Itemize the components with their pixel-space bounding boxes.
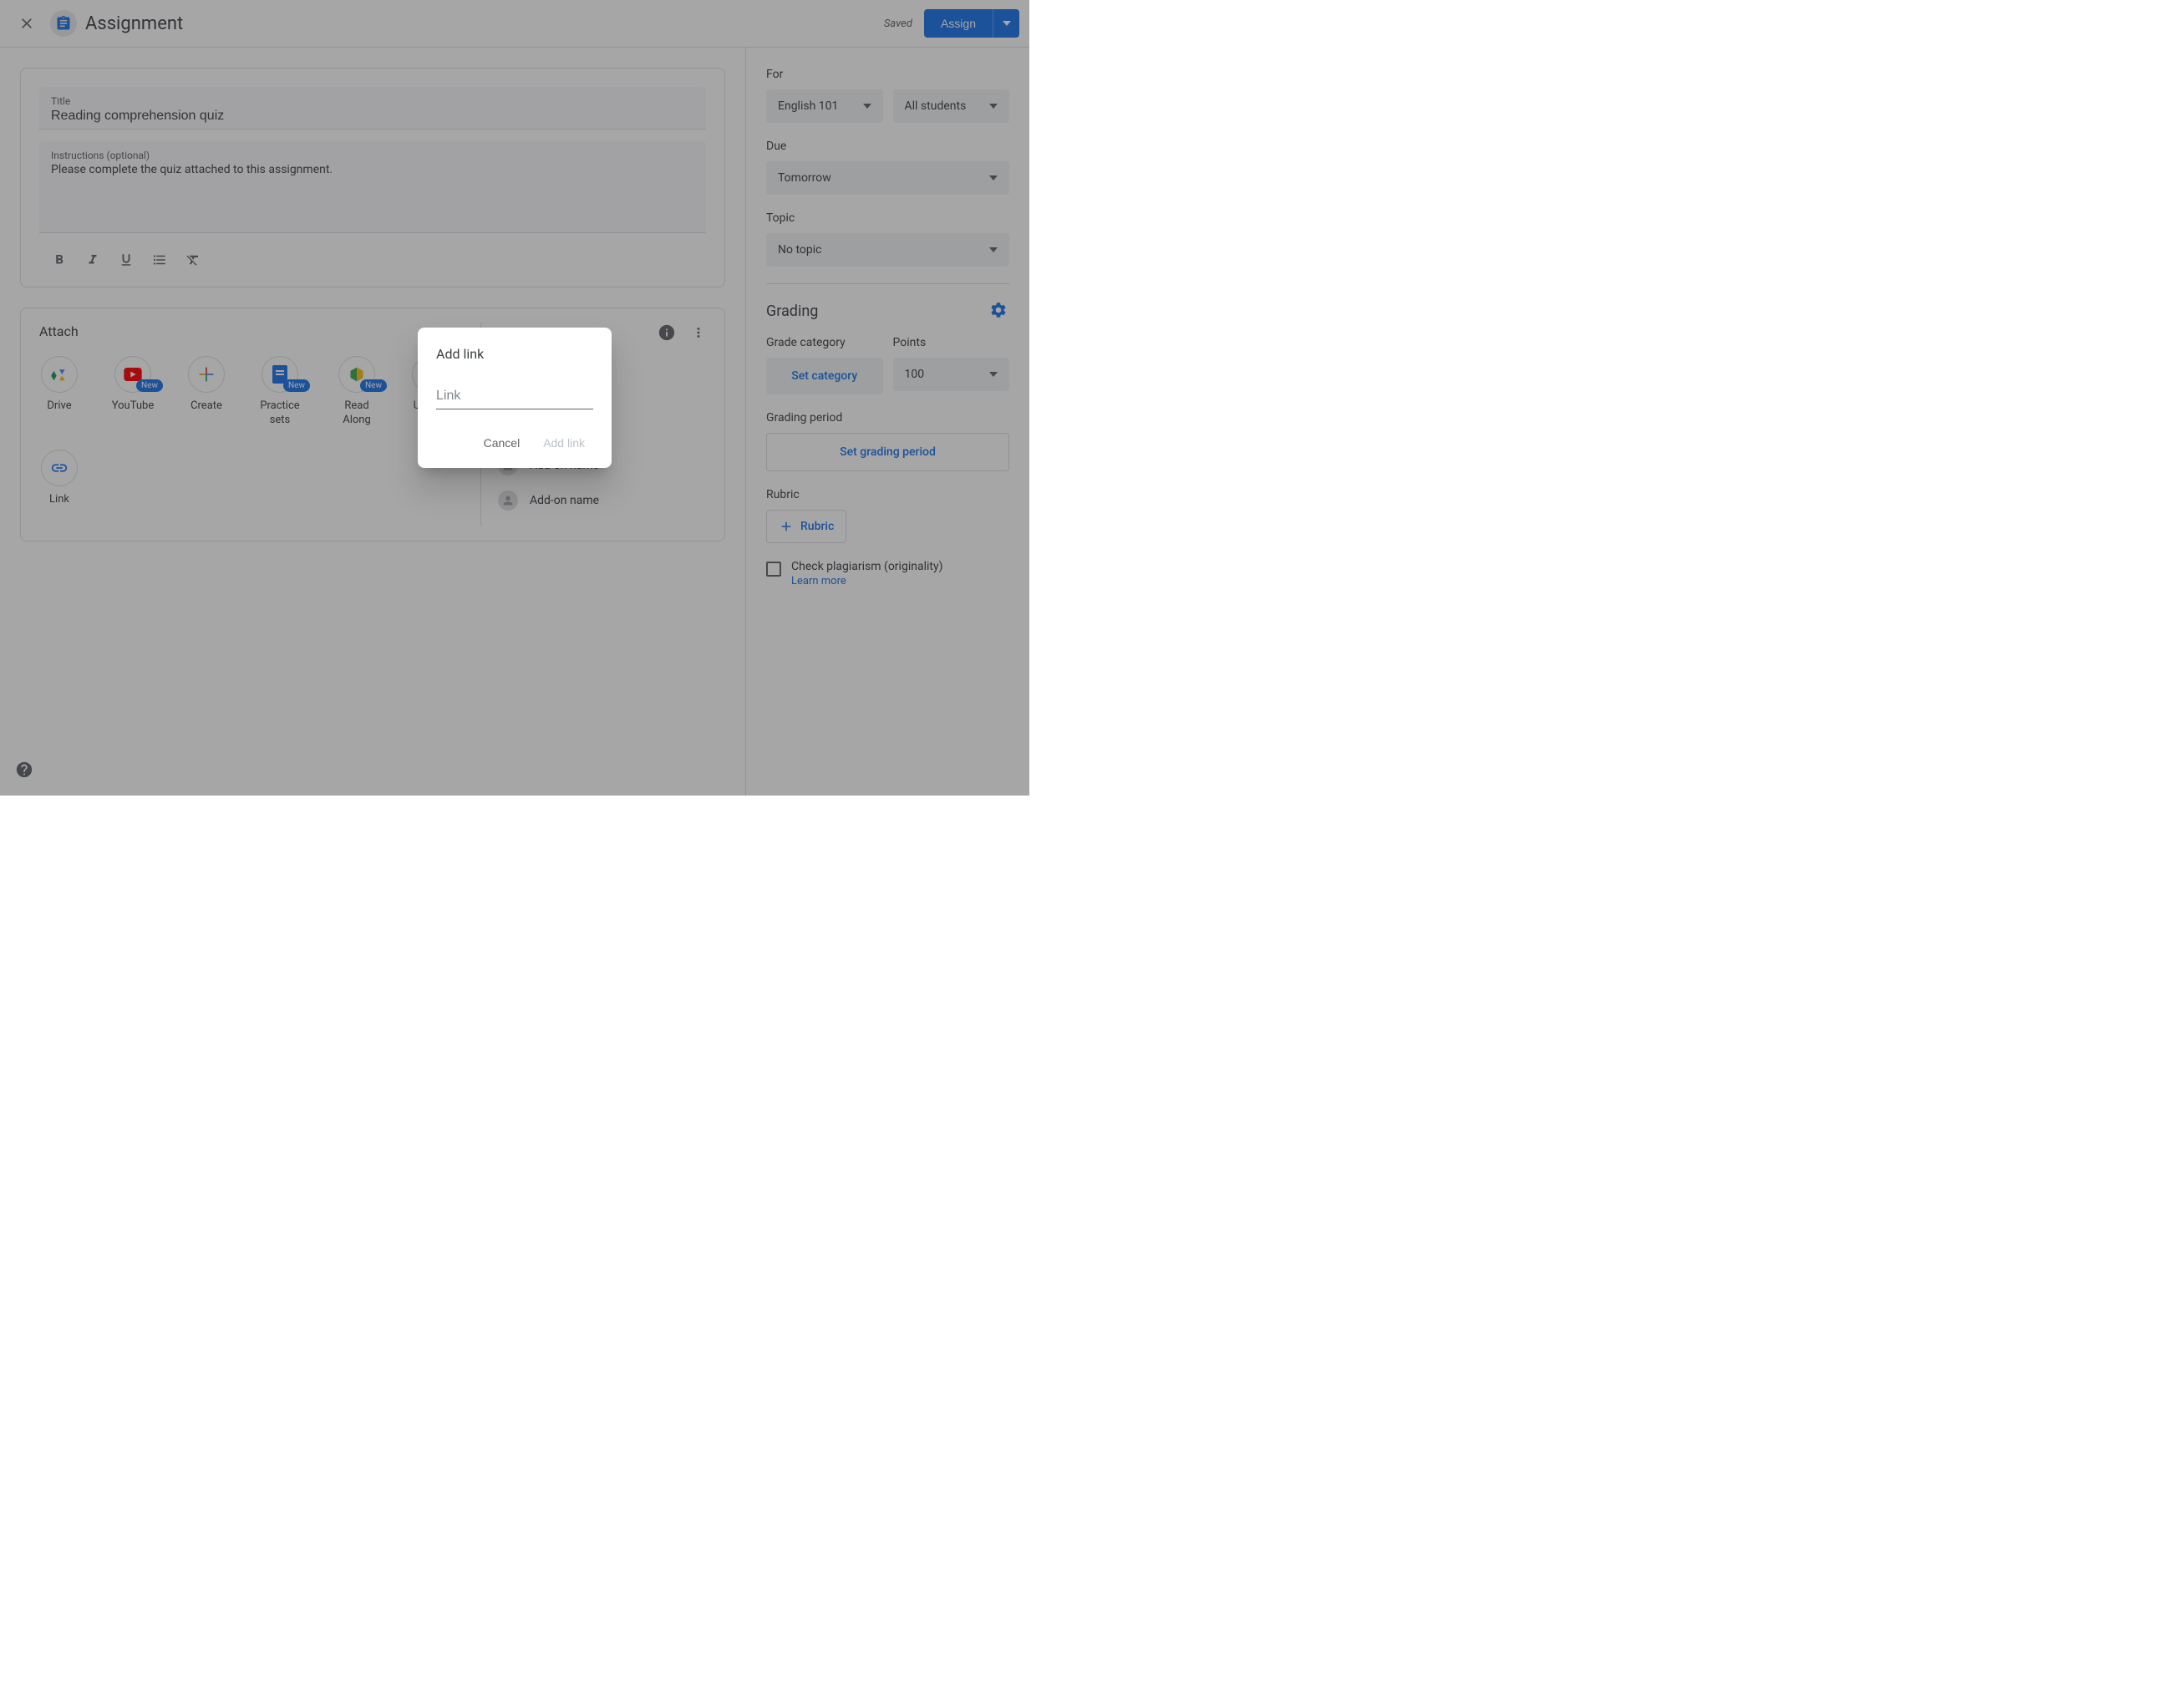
modal-overlay[interactable]: Add link Cancel Add link	[0, 0, 1029, 796]
dialog-actions: Cancel Add link	[436, 430, 593, 456]
add-link-button[interactable]: Add link	[535, 430, 593, 456]
cancel-button[interactable]: Cancel	[475, 430, 529, 456]
dialog-title: Add link	[436, 346, 593, 362]
link-input[interactable]	[436, 382, 593, 409]
add-link-dialog: Add link Cancel Add link	[418, 328, 612, 468]
